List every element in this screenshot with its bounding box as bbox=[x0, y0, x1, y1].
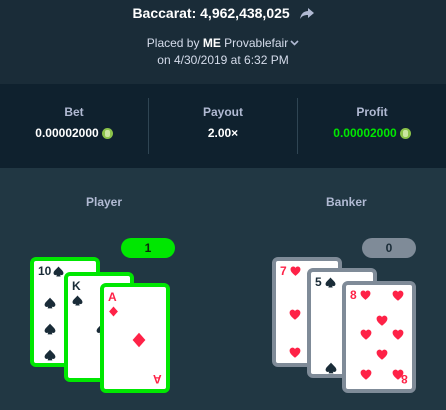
player-label: Player bbox=[86, 195, 123, 209]
payout-stat: Payout 2.00× bbox=[149, 84, 297, 168]
profit-value: 0.00002000 bbox=[333, 126, 397, 140]
spade-icon bbox=[325, 362, 337, 374]
heart-icon bbox=[289, 309, 301, 320]
bet-value-row: 0.00002000 bbox=[0, 126, 148, 140]
heart-icon bbox=[290, 266, 301, 276]
spade-icon bbox=[53, 266, 64, 277]
currency-coin-icon bbox=[101, 128, 113, 139]
card-rank: 10 bbox=[38, 264, 52, 278]
payout-label: Payout bbox=[202, 105, 243, 119]
payout-value: 2.00× bbox=[207, 126, 239, 140]
heart-icon bbox=[360, 329, 372, 340]
heart-icon bbox=[376, 349, 388, 360]
baccarat-table: Player Banker 1 0 10 K A A 7 5 8 8 bbox=[0, 168, 446, 410]
spade-icon bbox=[44, 349, 56, 361]
bet-header: Baccarat: 4,962,438,025 Placed by ME Pro… bbox=[0, 0, 446, 84]
card-rank: 5 bbox=[315, 275, 322, 289]
bet-date: on 4/30/2019 at 6:32 PM bbox=[157, 53, 289, 67]
bet-title-row: Baccarat: 4,962,438,025 bbox=[0, 5, 446, 21]
stats-panel: Bet 0.00002000 Payout 2.00× Profit 0.000… bbox=[0, 84, 446, 168]
bet-value: 0.00002000 bbox=[35, 126, 99, 140]
chevron-down-icon[interactable] bbox=[290, 40, 299, 46]
spade-icon bbox=[72, 295, 83, 306]
diamond-icon bbox=[132, 332, 146, 348]
heart-icon bbox=[360, 369, 372, 380]
heart-icon bbox=[376, 315, 388, 326]
heart-icon bbox=[392, 329, 404, 340]
spade-icon bbox=[325, 277, 336, 288]
placed-by-prefix: Placed by bbox=[146, 36, 200, 50]
username-link[interactable]: Provablefair bbox=[224, 36, 288, 50]
card-rank: 7 bbox=[280, 264, 287, 278]
profit-value-row: 0.00002000 bbox=[298, 126, 446, 140]
profit-label: Profit bbox=[356, 105, 388, 119]
card-rank: A bbox=[108, 290, 117, 304]
card-rank: K bbox=[72, 279, 81, 293]
player-card-3: A A bbox=[100, 283, 170, 393]
bet-stat: Bet 0.00002000 bbox=[0, 84, 148, 168]
card-rank: 8 bbox=[350, 288, 357, 302]
banker-label: Banker bbox=[326, 195, 367, 209]
profit-stat: Profit 0.00002000 bbox=[298, 84, 446, 168]
diamond-icon bbox=[109, 306, 118, 317]
heart-icon bbox=[360, 290, 371, 300]
placed-by: Placed by ME Provablefair bbox=[0, 36, 446, 50]
currency-coin-icon bbox=[399, 128, 411, 139]
card-rank-bottom: A bbox=[153, 372, 162, 386]
spade-icon bbox=[44, 323, 56, 335]
rank-badge: ME bbox=[202, 36, 221, 50]
spade-icon bbox=[44, 297, 56, 309]
heart-icon bbox=[289, 347, 301, 358]
card-rank-bottom: 8 bbox=[401, 372, 408, 386]
share-icon[interactable] bbox=[299, 8, 314, 20]
banker-score-badge: 0 bbox=[362, 238, 416, 258]
heart-icon bbox=[392, 290, 404, 301]
banker-card-3: 8 8 bbox=[342, 281, 416, 393]
bet-title: Baccarat: 4,962,438,025 bbox=[132, 5, 290, 21]
player-score-badge: 1 bbox=[121, 238, 175, 258]
bet-label: Bet bbox=[64, 105, 84, 119]
